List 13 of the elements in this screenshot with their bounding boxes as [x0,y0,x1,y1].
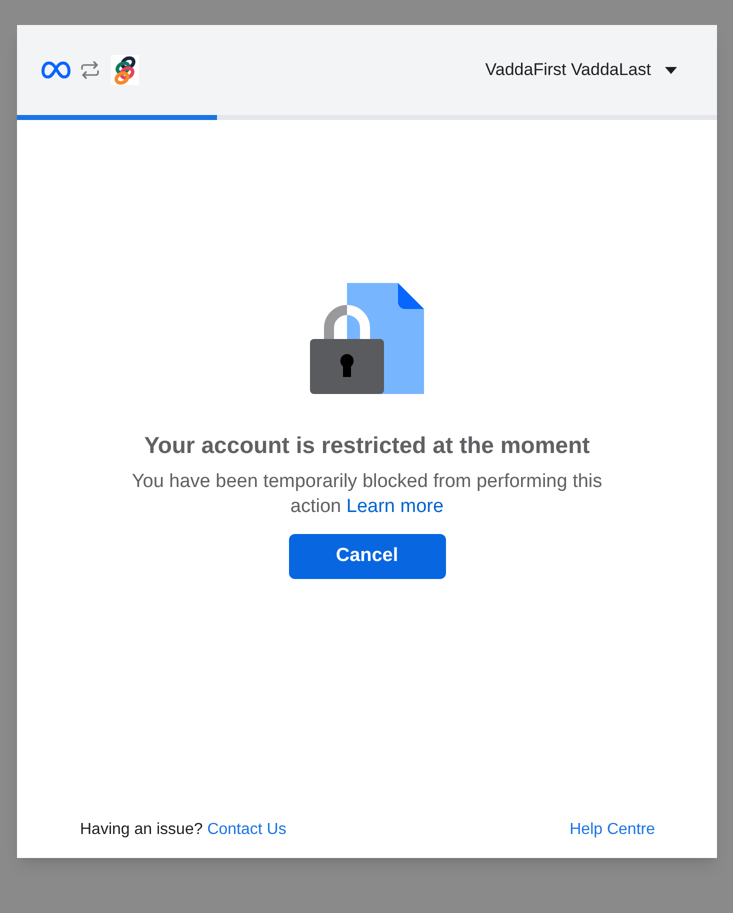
caret-icon [665,66,677,74]
infinity-logo-icon [41,60,73,80]
support-prompt: Having an issue? Contact Us [80,820,286,840]
restriction-message: You have been temporarily blocked from performing this action Learn more [130,470,604,518]
cancel-button[interactable]: Cancel [288,534,446,578]
help-centre-link[interactable]: Help Centre [570,818,655,842]
linked-rings-logo-icon [111,55,139,85]
locked-document-icon [310,283,424,394]
learn-more-link[interactable]: Learn more [346,496,444,516]
contact-us-link[interactable]: Contact Us [207,821,286,838]
swap-arrows-icon [79,60,101,80]
restriction-title: Your account is restricted at the moment [144,431,590,460]
account-menu-button[interactable]: VaddaFirst VaddaLast [485,57,677,83]
